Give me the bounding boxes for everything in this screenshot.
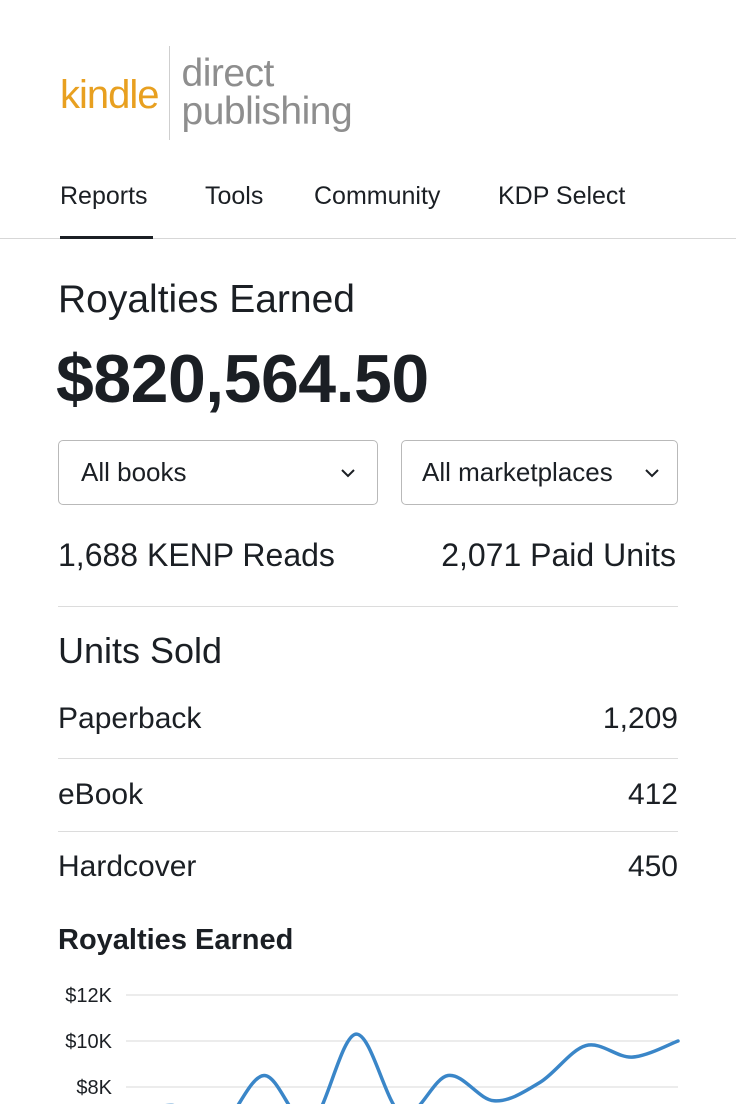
y-tick-label: $12K [65, 985, 112, 1007]
units-row-value-paperback: 1,209 [602, 702, 678, 735]
marketplaces-filter-select[interactable]: All marketplaces [401, 440, 678, 505]
chevron-down-icon [645, 468, 659, 477]
chart-title: Royalties Earned [58, 924, 294, 956]
tab-reports[interactable]: Reports [60, 182, 148, 211]
chart-grid [126, 994, 678, 1088]
logo-direct-publishing: direct publishing [181, 52, 353, 133]
royalties-amount: $820,564.50 [56, 341, 429, 417]
chart-y-ticks: $12K $10K $8K [65, 985, 112, 1099]
units-row-label-hardcover: Hardcover [58, 850, 197, 883]
kenp-reads-stat: 1,688 KENP Reads [58, 537, 335, 573]
units-row-value-hardcover: 450 [627, 850, 678, 883]
units-row-value-ebook: 412 [627, 778, 678, 811]
top-nav: Reports Tools Community KDP Select [0, 168, 736, 239]
y-tick-label: $10K [65, 1031, 112, 1053]
active-tab-indicator [60, 236, 153, 239]
logo-divider [168, 46, 170, 140]
marketplaces-filter-value: All marketplaces [422, 457, 613, 487]
divider [58, 606, 678, 607]
page-title: Royalties Earned [58, 278, 355, 321]
units-row-label-ebook: eBook [58, 778, 144, 811]
royalties-series-line [165, 1032, 680, 1104]
tab-tools[interactable]: Tools [205, 182, 263, 211]
tab-community[interactable]: Community [314, 182, 440, 211]
row-divider [58, 758, 678, 759]
books-filter-select[interactable]: All books [58, 440, 378, 505]
units-row-label-paperback: Paperback [58, 702, 202, 735]
y-tick-label: $8K [76, 1077, 112, 1099]
logo-publishing-text: publishing [181, 90, 353, 133]
tab-kdp-select[interactable]: KDP Select [498, 182, 625, 211]
paid-units-stat: 2,071 Paid Units [441, 537, 676, 573]
units-sold-title: Units Sold [58, 630, 223, 671]
logo-direct-text: direct [181, 52, 275, 95]
kdp-logo[interactable]: kindle direct publishing [60, 46, 353, 140]
books-filter-value: All books [81, 457, 187, 487]
logo-kindle-text: kindle [60, 72, 160, 117]
royalties-line-chart: $12K $10K $8K [65, 985, 680, 1104]
chevron-down-icon [341, 468, 355, 477]
chart-series [165, 1032, 680, 1104]
row-divider [58, 831, 678, 832]
